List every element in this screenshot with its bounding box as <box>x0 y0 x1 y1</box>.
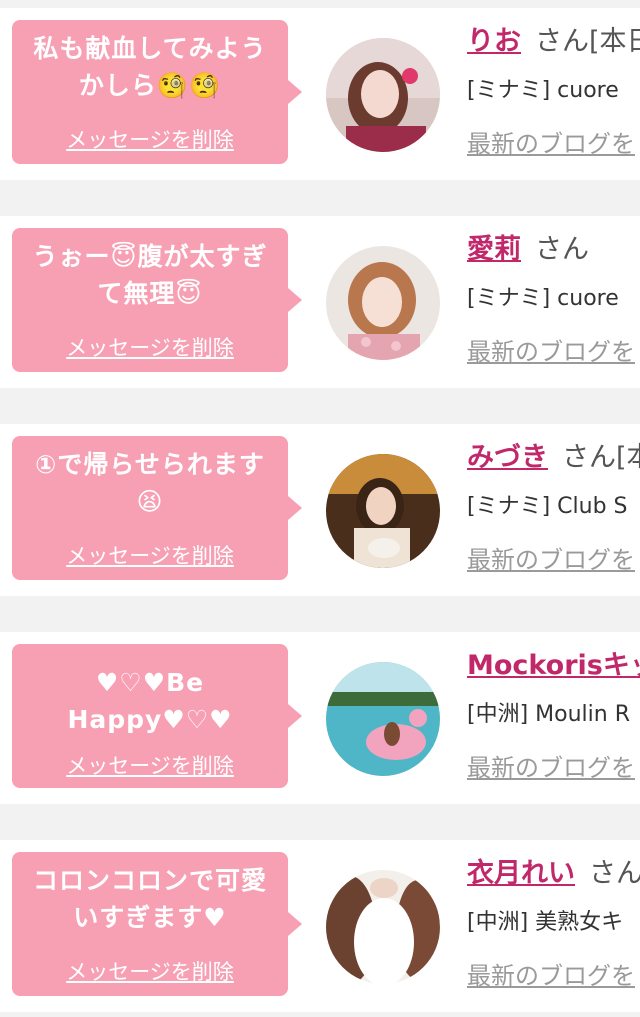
shop-area: [ミナミ] cuore <box>467 78 619 103</box>
latest-blog-link[interactable]: 最新のブログを <box>467 748 640 783</box>
latest-blog-link[interactable]: 最新のブログを <box>467 124 640 159</box>
cast-name-link[interactable]: みづき <box>467 442 548 473</box>
profile-info: 愛莉 さん [ミナミ] cuore 最新のブログを <box>467 230 640 367</box>
message-text: ♥♡♥Be Happy♥♡♥ <box>67 668 233 734</box>
shop-area: [ミナミ] cuore <box>467 286 619 311</box>
honorific: さん <box>535 234 589 265</box>
message-text: コロンコロンで可愛 いすぎます♥ <box>32 866 267 932</box>
cast-name-link[interactable]: Mockorisキッ <box>467 650 640 681</box>
message-list: 私も献血してみよう かしら🧐🧐 メッセージを削除 りおさん[本日 [ミナミ] c… <box>0 0 640 1017</box>
cast-name-link[interactable]: りお <box>467 26 521 57</box>
shop-area: [中洲] Moulin R <box>467 702 630 727</box>
avatar[interactable] <box>326 870 440 984</box>
profile-info: 衣月れい さん [中洲] 美熟女キ 最新のブログを <box>467 854 640 991</box>
name-suffix: [本 <box>616 442 640 473</box>
latest-blog-link[interactable]: 最新のブログを <box>467 332 640 367</box>
cast-name-link[interactable]: 衣月れい <box>467 858 575 889</box>
delete-message-link[interactable]: メッセージを削除 <box>66 124 234 154</box>
delete-message-link[interactable]: メッセージを削除 <box>66 750 234 780</box>
delete-message-link[interactable]: メッセージを削除 <box>66 956 234 986</box>
latest-blog-link[interactable]: 最新のブログを <box>467 956 640 991</box>
message-bubble: うぉー😇腹が太すぎ て無理😇 メッセージを削除 <box>12 228 302 372</box>
avatar-photo <box>326 246 440 360</box>
message-card: うぉー😇腹が太すぎ て無理😇 メッセージを削除 愛莉 さん [ミナミ] cuore… <box>0 216 640 388</box>
shop-area: [中洲] 美熟女キ <box>467 910 624 935</box>
avatar[interactable] <box>326 454 440 568</box>
message-card: ①で帰らせられます 😫 メッセージを削除 みづきさん[本 [ミナミ] Club … <box>0 424 640 596</box>
avatar-photo <box>326 38 440 152</box>
honorific: さん <box>589 858 640 889</box>
cast-name-link[interactable]: 愛莉 <box>467 234 521 265</box>
avatar-photo <box>326 870 440 984</box>
message-bubble: コロンコロンで可愛 いすぎます♥ メッセージを削除 <box>12 852 302 996</box>
delete-message-link[interactable]: メッセージを削除 <box>66 332 234 362</box>
message-text: うぉー😇腹が太すぎ て無理😇 <box>32 242 268 308</box>
message-card: コロンコロンで可愛 いすぎます♥ メッセージを削除 衣月れい さん [中洲] 美熟… <box>0 840 640 1012</box>
avatar[interactable] <box>326 38 440 152</box>
avatar[interactable] <box>326 662 440 776</box>
message-bubble: ♥♡♥Be Happy♥♡♥ メッセージを削除 <box>12 644 302 788</box>
honorific: さん <box>535 26 589 57</box>
profile-info: りおさん[本日 [ミナミ] cuore 最新のブログを <box>467 22 640 159</box>
message-text: 私も献血してみよう かしら🧐🧐 <box>33 34 267 100</box>
avatar[interactable] <box>326 246 440 360</box>
delete-message-link[interactable]: メッセージを削除 <box>66 540 234 570</box>
message-bubble: ①で帰らせられます 😫 メッセージを削除 <box>12 436 302 580</box>
name-suffix: [本日 <box>589 26 640 57</box>
latest-blog-link[interactable]: 最新のブログを <box>467 540 640 575</box>
avatar-photo <box>326 662 440 776</box>
message-card: ♥♡♥Be Happy♥♡♥ メッセージを削除 Mockorisキッ [中洲] … <box>0 632 640 804</box>
message-card: 私も献血してみよう かしら🧐🧐 メッセージを削除 りおさん[本日 [ミナミ] c… <box>0 8 640 180</box>
honorific: さん <box>562 442 616 473</box>
avatar-photo <box>326 454 440 568</box>
message-text: ①で帰らせられます 😫 <box>35 450 265 516</box>
profile-info: みづきさん[本 [ミナミ] Club S 最新のブログを <box>467 438 640 575</box>
shop-area: [ミナミ] Club S <box>467 494 628 519</box>
profile-info: Mockorisキッ [中洲] Moulin R 最新のブログを <box>467 646 640 783</box>
message-bubble: 私も献血してみよう かしら🧐🧐 メッセージを削除 <box>12 20 302 164</box>
